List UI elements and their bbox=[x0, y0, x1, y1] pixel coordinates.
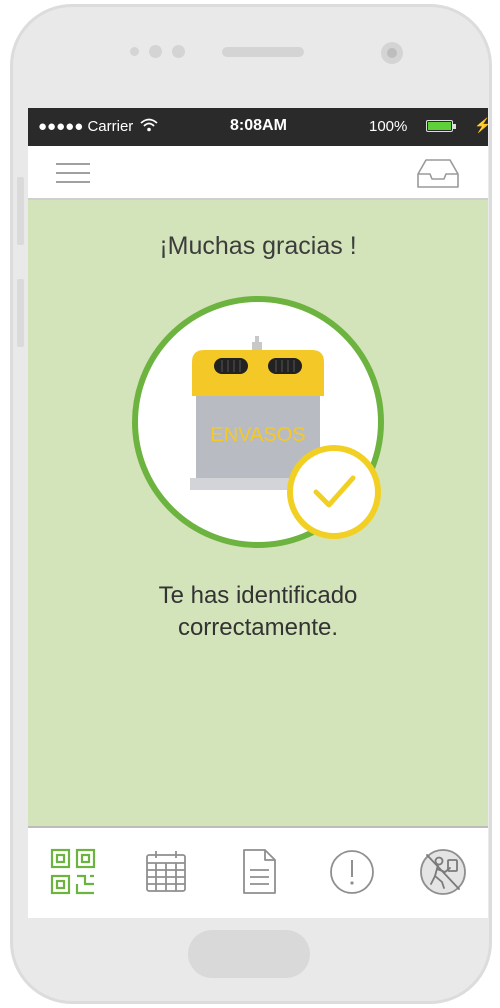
page-title: ¡Muchas gracias ! bbox=[159, 232, 357, 260]
home-button[interactable] bbox=[188, 930, 310, 978]
volume-down-button bbox=[17, 279, 24, 347]
tab-recycling[interactable] bbox=[418, 846, 468, 898]
wifi-icon bbox=[140, 118, 158, 132]
volume-up-button bbox=[17, 177, 24, 245]
message-line-1: Te has identificado bbox=[158, 582, 358, 609]
navigation-bar bbox=[28, 146, 488, 200]
alert-icon bbox=[330, 850, 374, 894]
carrier-label: ●●●●● Carrier bbox=[38, 118, 134, 135]
phone-camera bbox=[381, 42, 403, 64]
confirmation-panel: ¡Muchas gracias ! ENVASOS Te has identif… bbox=[28, 200, 488, 826]
inbox-tray-icon[interactable] bbox=[416, 156, 460, 190]
tab-documents[interactable] bbox=[234, 846, 284, 898]
charging-icon: ⚡ bbox=[474, 117, 488, 133]
identified-container-illustration: ENVASOS bbox=[132, 296, 384, 548]
status-bar: ●●●●● Carrier 8:08AM 100% ⚡ bbox=[28, 108, 488, 146]
phone-speaker bbox=[222, 47, 304, 57]
message-line-2: correctamente. bbox=[177, 614, 339, 641]
document-icon bbox=[243, 849, 276, 894]
container-type-label: ENVASOS bbox=[210, 424, 305, 446]
phone-sensor-dots bbox=[130, 45, 185, 58]
tab-calendar[interactable] bbox=[141, 846, 191, 898]
battery-percentage: 100% bbox=[369, 118, 408, 135]
tab-alerts[interactable] bbox=[327, 846, 377, 898]
hamburger-menu-icon[interactable] bbox=[56, 161, 90, 185]
calendar-icon bbox=[146, 851, 186, 892]
qr-code-icon bbox=[50, 848, 96, 895]
bottom-tab-bar bbox=[28, 826, 488, 918]
recycling-man-icon bbox=[420, 849, 466, 895]
battery-icon bbox=[426, 120, 456, 132]
confirmation-message: Te has identificado correctamente. bbox=[28, 580, 488, 644]
clock: 8:08AM bbox=[230, 117, 287, 134]
tab-qr-code[interactable] bbox=[48, 846, 98, 898]
app-screen: ●●●●● Carrier 8:08AM 100% ⚡ ¡Muchas grac… bbox=[28, 108, 488, 918]
